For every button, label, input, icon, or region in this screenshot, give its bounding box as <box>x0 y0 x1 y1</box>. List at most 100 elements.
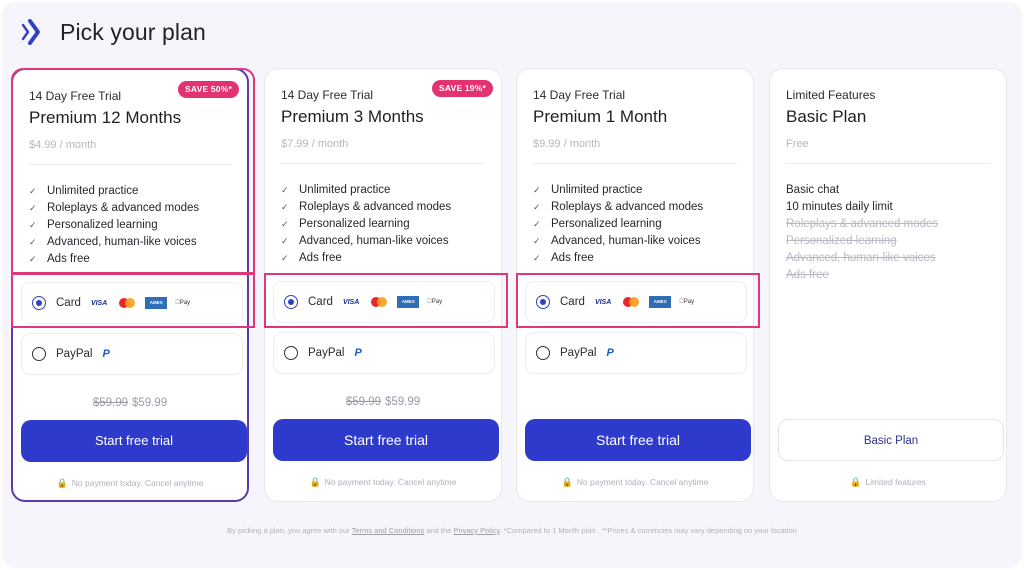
terms-link[interactable]: Terms and Conditions <box>352 526 425 535</box>
check-icon: ✓ <box>533 253 541 263</box>
payment-option-paypal[interactable]: PayPal P <box>21 333 243 375</box>
trial-label: Limited Features <box>786 88 876 102</box>
feature-item: ✓ Ads free <box>533 250 703 267</box>
payment-option-card[interactable]: Card VISA AMEX Pay <box>525 281 747 323</box>
amex-icon: AMEX <box>397 296 420 308</box>
payment-option-paypal[interactable]: PayPal P <box>525 332 747 374</box>
check-icon: ✓ <box>533 185 541 195</box>
feature-item: ✓ Unlimited practice <box>281 182 451 199</box>
amex-icon: AMEX <box>649 296 672 308</box>
paypal-icon: P <box>102 348 110 360</box>
check-icon: ✓ <box>281 253 289 263</box>
feature-item: ✓ Ads free <box>281 250 451 267</box>
divider <box>29 164 231 165</box>
amex-icon: AMEX <box>145 297 168 309</box>
radio-unselected-icon[interactable] <box>32 347 46 361</box>
payment-note: 🔒 No payment today. Cancel anytime <box>309 477 457 487</box>
old-price: $59.99 <box>345 396 381 408</box>
feature-item: ✓ Unlimited practice <box>533 182 703 199</box>
start-free-trial-button[interactable]: Start free trial <box>21 420 247 462</box>
price-per-month: $7.99 / month <box>281 138 349 150</box>
lock-icon: 🔒 <box>850 477 862 487</box>
plan-name: Premium 3 Months <box>281 107 424 126</box>
paypal-icon: P <box>606 347 614 359</box>
check-icon: ✓ <box>29 254 37 264</box>
price-per-month: $9.99 / month <box>533 138 601 150</box>
old-price: $59.99 <box>92 397 128 409</box>
apple-pay-icon: Pay <box>175 300 190 306</box>
feature-item: ✓ Personalized learning <box>533 216 703 233</box>
page-header: Pick your plan <box>20 16 206 48</box>
feature-item: ✓ Unlimited practice <box>29 183 199 200</box>
limited-features-note: 🔒 Limited features <box>850 477 926 487</box>
visa-icon: VISA <box>594 298 612 306</box>
feature-item-included: Basic chat <box>786 184 840 196</box>
save-badge: SAVE 50%* <box>178 81 239 98</box>
check-icon: ✓ <box>533 202 541 212</box>
plan-name: Premium 1 Month <box>533 107 668 126</box>
trial-label: 14 Day Free Trial <box>533 88 626 102</box>
privacy-link[interactable]: Privacy Policy <box>453 526 499 535</box>
plan-card-premium-3-months[interactable]: 14 Day Free Trial SAVE 19%* Premium 3 Mo… <box>264 68 502 502</box>
plan-card-premium-12-months[interactable]: 14 Day Free Trial SAVE 50%* Premium 12 M… <box>11 68 249 502</box>
divider <box>533 163 737 164</box>
radio-selected-icon[interactable] <box>32 296 46 310</box>
feature-item-excluded: Advanced, human-like voices <box>786 252 936 264</box>
payment-option-card[interactable]: Card VISA AMEX Pay <box>21 282 243 324</box>
check-icon: ✓ <box>29 220 37 230</box>
radio-selected-icon[interactable] <box>536 295 550 309</box>
plan-name: Premium 12 Months <box>29 108 182 127</box>
start-free-trial-button[interactable]: Start free trial <box>525 419 751 461</box>
apple-pay-icon: Pay <box>679 299 694 305</box>
mastercard-icon <box>623 297 640 307</box>
payment-label-card: Card <box>308 296 333 308</box>
check-icon: ✓ <box>533 236 541 246</box>
price-per-month: $4.99 / month <box>29 139 97 151</box>
payment-label-paypal: PayPal <box>560 347 597 359</box>
price-per-month: Free <box>786 138 809 150</box>
radio-selected-icon[interactable] <box>284 295 298 309</box>
radio-unselected-icon[interactable] <box>536 346 550 360</box>
trial-label: 14 Day Free Trial <box>29 89 122 103</box>
payment-label-paypal: PayPal <box>56 348 93 360</box>
feature-item-excluded: Ads free <box>786 269 829 281</box>
feature-item: ✓ Advanced, human-like voices <box>281 233 451 250</box>
payment-note: 🔒 No payment today. Cancel anytime <box>561 477 709 487</box>
brand-chevrons-icon <box>21 19 40 45</box>
check-icon: ✓ <box>533 219 541 229</box>
check-icon: ✓ <box>29 186 37 196</box>
check-icon: ✓ <box>29 203 37 213</box>
start-free-trial-button[interactable]: Start free trial <box>273 419 499 461</box>
check-icon: ✓ <box>281 219 289 229</box>
plan-card-premium-1-month[interactable]: 14 Day Free Trial Premium 1 Month $9.99 … <box>516 68 754 502</box>
current-price: $59.99 <box>132 397 168 409</box>
feature-item: ✓ Roleplays & advanced modes <box>281 199 451 216</box>
visa-icon: VISA <box>90 299 108 307</box>
feature-item: ✓ Personalized learning <box>29 217 199 234</box>
feature-list: ✓ Unlimited practice ✓ Roleplays & advance… <box>29 183 199 268</box>
payment-label-card: Card <box>56 297 81 309</box>
feature-list: Basic chat 10 minutes daily limit Rolepl… <box>786 182 938 284</box>
lock-icon: 🔒 <box>56 478 68 488</box>
plan-card-basic[interactable]: Limited Features Basic Plan Free Basic c… <box>769 68 1007 502</box>
mastercard-icon <box>119 298 136 308</box>
basic-plan-button[interactable]: Basic Plan <box>778 419 1004 461</box>
total-price: $59.99 $59.99 <box>13 397 247 409</box>
check-icon: ✓ <box>281 236 289 246</box>
feature-item-excluded: Personalized learning <box>786 235 897 247</box>
total-price: $59.99 $59.99 <box>265 396 501 408</box>
radio-unselected-icon[interactable] <box>284 346 298 360</box>
payment-label-paypal: PayPal <box>308 347 345 359</box>
feature-item-excluded: Roleplays & advanced modes <box>786 218 939 230</box>
feature-item-included: 10 minutes daily limit <box>786 201 893 213</box>
feature-item: ✓ Advanced, human-like voices <box>29 234 199 251</box>
feature-item: ✓ Personalized learning <box>281 216 451 233</box>
feature-item: ✓ Ads free <box>29 251 199 268</box>
plan-name: Basic Plan <box>786 107 867 126</box>
payment-option-paypal[interactable]: PayPal P <box>273 332 495 374</box>
paypal-icon: P <box>354 347 362 359</box>
feature-item: ✓ Roleplays & advanced modes <box>29 200 199 217</box>
check-icon: ✓ <box>281 202 289 212</box>
payment-option-card[interactable]: Card VISA AMEX Pay <box>273 281 495 323</box>
save-badge: SAVE 19%* <box>432 80 493 97</box>
